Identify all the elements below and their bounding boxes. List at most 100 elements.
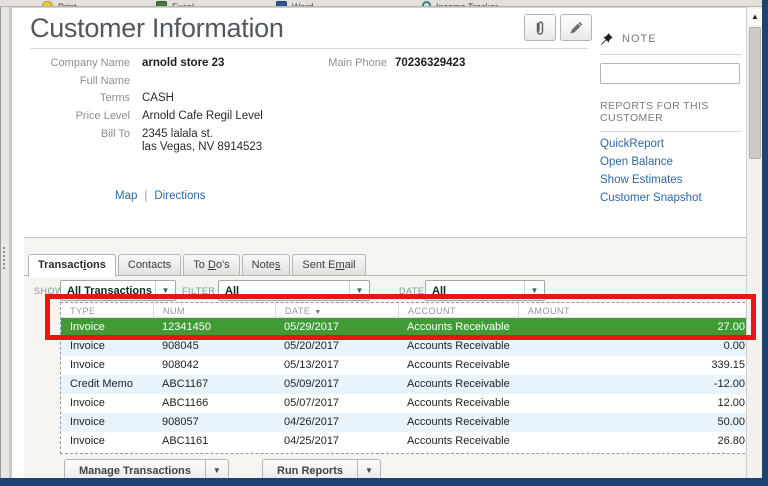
cell-date: 04/26/2017 — [284, 416, 340, 428]
table-row[interactable]: Credit Memo ABC1167 05/09/2017 Accounts … — [61, 375, 759, 394]
note-header: NOTE — [600, 32, 742, 55]
field-value: 2345 lalala st. las Vegas, NV 8914523 — [142, 128, 263, 153]
chevron-down-icon: ▼ — [349, 281, 369, 300]
cell-num: 908057 — [162, 416, 199, 428]
column-header[interactable]: AMOUNT — [518, 303, 759, 317]
report-links: QuickReport Open Balance Show Estimates Cus… — [600, 138, 742, 204]
date-dropdown-value: All — [432, 284, 447, 297]
word-icon — [276, 1, 287, 6]
note-label: NOTE — [622, 33, 657, 45]
cell-type: Invoice — [70, 359, 105, 371]
cell-account: Accounts Receivable — [407, 397, 510, 409]
table-body: Invoice 12341450 05/29/2017 Accounts Rec… — [61, 318, 759, 451]
field-label: Company Name — [50, 57, 130, 69]
tab-transactions[interactable]: Transactions — [28, 254, 116, 277]
cell-account: Accounts Receivable — [407, 416, 510, 428]
window-border-bottom — [0, 478, 768, 486]
tab-notes[interactable]: Notes — [241, 254, 291, 275]
cell-account: Accounts Receivable — [407, 435, 510, 447]
cell-account: Accounts Receivable — [407, 340, 510, 352]
report-link-customer-snapshot[interactable]: Customer Snapshot — [600, 192, 742, 204]
table-row[interactable]: Invoice 908057 04/26/2017 Accounts Recei… — [61, 413, 759, 432]
attach-file-button[interactable] — [524, 14, 556, 41]
toolbar-item-word[interactable]: Word — [276, 0, 314, 7]
customer-fields: Company Name arnold store 23 Full Name T… — [20, 57, 400, 159]
pushpin-icon — [600, 32, 614, 46]
table-row[interactable]: Invoice 908042 05/13/2017 Accounts Recei… — [61, 356, 759, 375]
directions-link[interactable]: Directions — [154, 190, 205, 202]
column-header[interactable]: NUM — [153, 303, 275, 317]
table-header-row: TYPE NUM DATE ▼ ACCOUNT AMOUNT — [61, 303, 759, 318]
window-border-right — [762, 0, 768, 486]
cell-date: 05/20/2017 — [284, 340, 340, 352]
tab-contacts[interactable]: Contacts — [117, 254, 182, 275]
table-row[interactable]: Invoice 12341450 05/29/2017 Accounts Rec… — [61, 318, 759, 337]
pencil-icon — [569, 20, 584, 35]
title-divider — [30, 48, 588, 49]
cell-date: 05/07/2017 — [284, 397, 340, 409]
customer-information-panel: Customer Information Company Name arnold… — [12, 7, 760, 486]
cell-type: Invoice — [70, 435, 105, 447]
customer-field-row: Bill To 2345 lalala st. las Vegas, NV 89… — [20, 128, 400, 154]
toolbar-label: Income Tracker — [436, 2, 499, 7]
field-label: Main Phone — [328, 57, 387, 69]
table-row[interactable]: Invoice ABC1161 04/25/2017 Accounts Rece… — [61, 432, 759, 451]
report-link-open-balance[interactable]: Open Balance — [600, 156, 742, 168]
excel-icon — [156, 1, 167, 6]
filter-by-dropdown-value: All — [225, 284, 240, 297]
link-separator: | — [144, 190, 148, 202]
customer-field-row: Terms CASH — [20, 92, 400, 105]
show-dropdown[interactable]: All Transactions ▼ — [60, 280, 176, 301]
cell-type: Invoice — [70, 397, 105, 409]
table-row[interactable]: Invoice ABC1166 05/07/2017 Accounts Rece… — [61, 394, 759, 413]
chevron-down-icon: ▼ — [155, 281, 175, 300]
cell-date: 05/29/2017 — [284, 321, 340, 333]
scrollbar-thumb[interactable] — [749, 27, 761, 159]
column-header[interactable]: TYPE — [61, 303, 153, 317]
toolbar-label: Excel — [172, 2, 195, 7]
column-header[interactable]: ACCOUNT — [398, 303, 518, 317]
transactions-table: TYPE NUM DATE ▼ ACCOUNT AMOUNT Invoice 123414… — [60, 302, 760, 454]
edit-customer-button[interactable] — [560, 14, 592, 41]
field-value: arnold store 23 — [142, 57, 225, 69]
column-header[interactable]: DATE ▼ — [275, 303, 398, 317]
report-link-quickreport[interactable]: QuickReport — [600, 138, 742, 150]
toolbar-item-excel[interactable]: Excel — [156, 0, 195, 7]
toolbar-item-print[interactable]: Print — [42, 0, 77, 7]
map-link[interactable]: Map — [115, 190, 137, 202]
cell-amount: 12.00 — [717, 397, 745, 409]
table-row[interactable]: Invoice 908045 05/20/2017 Accounts Recei… — [61, 337, 759, 356]
cell-type: Invoice — [70, 340, 105, 352]
cell-num: 908042 — [162, 359, 199, 371]
cell-type: Invoice — [70, 416, 105, 428]
tab-sent-email[interactable]: Sent Email — [292, 254, 366, 275]
cell-amount: 26.80 — [717, 435, 745, 447]
main-phone-row: Main Phone 70236329423 — [302, 57, 465, 70]
field-label: Price Level — [75, 110, 130, 122]
window-scrollbar[interactable]: ▲ — [746, 7, 762, 478]
field-label: Full Name — [79, 75, 130, 87]
scroll-up-icon[interactable]: ▲ — [748, 9, 762, 25]
reports-header: REPORTS FOR THIS CUSTOMER — [600, 100, 742, 132]
tab-bar: Transactions Contacts To Do's Notes Sent… — [28, 254, 366, 277]
cell-num: ABC1166 — [162, 397, 209, 409]
left-panel-edge — [0, 7, 12, 478]
note-input[interactable] — [600, 63, 740, 84]
field-value: CASH — [142, 92, 174, 104]
print-icon — [42, 1, 53, 6]
toolbar-label: Word — [292, 2, 314, 7]
customer-field-row: Price Level Arnold Cafe Regil Level — [20, 110, 400, 123]
cell-amount: -12.00 — [713, 378, 745, 390]
toolbar-item-income-tracker[interactable]: Income Tracker — [422, 0, 499, 7]
date-dropdown[interactable]: All ▼ — [425, 280, 545, 301]
cell-type: Credit Memo — [70, 378, 133, 390]
filter-by-dropdown[interactable]: All ▼ — [218, 280, 370, 301]
tab-to-do-s[interactable]: To Do's — [183, 254, 240, 275]
paperclip-icon — [533, 20, 547, 36]
income-tracker-icon — [422, 1, 431, 6]
panel-drag-handle[interactable] — [3, 247, 6, 269]
report-link-show-estimates[interactable]: Show Estimates — [600, 174, 742, 186]
field-value: Arnold Cafe Regil Level — [142, 110, 263, 122]
toolbar-label: Print — [58, 2, 77, 7]
quickbooks-customer-window: Print Excel Word Income Tracker ▲ Custom… — [0, 0, 768, 486]
